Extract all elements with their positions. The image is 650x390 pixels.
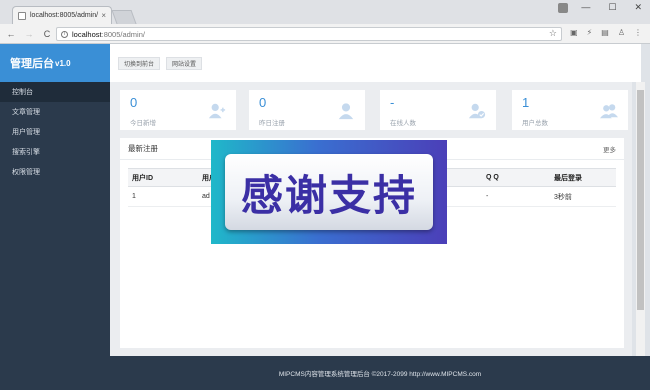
user-check-icon — [468, 103, 486, 119]
table-cell: 3秒前 — [550, 186, 616, 207]
brand-logo[interactable]: 管理后台 v1.0 — [0, 44, 110, 82]
extension-icon[interactable]: ▣ — [570, 28, 578, 37]
column-header[interactable]: Q Q — [482, 168, 550, 187]
sidebar-item-label: 用户管理 — [12, 129, 40, 136]
thanks-banner: 感谢支持 — [211, 140, 447, 244]
sidebar-item-users[interactable]: 用户管理 — [0, 122, 110, 142]
window-controls: — ☐ ✕ — [581, 2, 642, 13]
stat-card-total-users: 1 用户总数 — [512, 90, 628, 130]
stat-value: 0 — [259, 95, 267, 110]
url-host: localhost — [72, 29, 102, 39]
sidebar: 管理后台 v1.0 控制台 文章管理 用户管理 搜索引擎 权限管理 — [0, 44, 110, 390]
forward-button[interactable]: → — [22, 29, 36, 39]
new-tab-button[interactable] — [111, 10, 137, 24]
url-path: :8005/admin/ — [101, 29, 145, 39]
browser-tab-bar: localhost:8005/admin/ × — ☐ ✕ — [0, 0, 650, 24]
brand-version: v1.0 — [55, 58, 71, 68]
brand-title: 管理后台 — [10, 58, 54, 70]
footer-text: MIPCMS内容管理系统管理后台 ©2017-2099 http://www.M… — [278, 371, 482, 378]
add-user-icon — [208, 103, 226, 119]
extension-icon[interactable]: ♙ — [618, 28, 625, 37]
stat-card-online: - 在线人数 — [380, 90, 496, 130]
site-info-icon[interactable]: i — [61, 30, 68, 38]
switch-to-frontend-button[interactable]: 切换到前台 — [118, 56, 161, 70]
bookmark-star-icon[interactable]: ☆ — [549, 28, 557, 39]
footer: MIPCMS内容管理系统管理后台 ©2017-2099 http://www.M… — [110, 356, 650, 390]
browser-toolbar: ← → C i localhost:8005/admin/ ☆ ▣ ⚡ ▤ ♙ … — [0, 24, 650, 44]
tab-close-icon[interactable]: × — [101, 11, 106, 20]
sidebar-item-label: 控制台 — [12, 89, 33, 96]
stat-value: 0 — [130, 95, 138, 110]
extension-icons: ▣ ⚡ ▤ ♙ ⋮ — [570, 28, 642, 37]
thanks-banner-text: 感谢支持 — [240, 170, 417, 220]
table-cell: - — [482, 186, 550, 207]
stat-label: 在线人数 — [390, 120, 416, 127]
thanks-banner-card: 感谢支持 — [225, 154, 433, 230]
stat-card-today-new: 0 今日新增 — [120, 90, 236, 130]
sidebar-item-search-engine[interactable]: 搜索引擎 — [0, 142, 110, 162]
sidebar-item-label: 文章管理 — [12, 109, 40, 116]
more-link[interactable]: 更多 — [603, 144, 616, 154]
minimize-button[interactable]: — — [581, 2, 590, 13]
stat-card-yesterday: 0 昨日注册 — [249, 90, 365, 130]
sidebar-item-label: 权限管理 — [12, 169, 40, 176]
users-icon — [600, 104, 618, 119]
extension-icon[interactable]: ⚡ — [587, 28, 593, 37]
panel-title: 最新注册 — [128, 144, 158, 153]
reload-button[interactable]: C — [40, 29, 54, 39]
stat-value: - — [390, 95, 395, 110]
browser-menu-icon[interactable]: ⋮ — [634, 28, 642, 37]
maximize-button[interactable]: ☐ — [608, 2, 616, 13]
browser-tab[interactable]: localhost:8005/admin/ × — [12, 6, 112, 24]
stat-value: 1 — [522, 95, 530, 110]
profile-icon[interactable] — [558, 3, 568, 13]
sidebar-item-permissions[interactable]: 权限管理 — [0, 162, 110, 182]
table-cell: 1 — [128, 186, 198, 207]
site-settings-button[interactable]: 网站设置 — [166, 56, 203, 70]
sidebar-item-label: 搜索引擎 — [12, 149, 40, 156]
extension-icon[interactable]: ▤ — [601, 28, 609, 37]
tab-title: localhost:8005/admin/ — [30, 12, 99, 19]
page-favicon-icon — [18, 11, 26, 20]
sidebar-item-articles[interactable]: 文章管理 — [0, 102, 110, 122]
scrollbar-thumb[interactable] — [637, 90, 644, 310]
admin-topbar: 切换到前台 网站设置 — [110, 44, 641, 82]
column-header[interactable]: 用户ID — [128, 168, 198, 187]
column-header[interactable]: 最后登录 — [550, 168, 616, 187]
close-window-button[interactable]: ✕ — [634, 2, 642, 13]
address-bar[interactable]: i localhost:8005/admin/ ☆ — [56, 27, 562, 41]
stat-label: 昨日注册 — [259, 120, 285, 127]
user-icon — [338, 103, 354, 120]
page-scrollbar[interactable] — [636, 82, 645, 356]
back-button[interactable]: ← — [4, 29, 18, 39]
stat-label: 用户总数 — [522, 120, 548, 127]
sidebar-item-dashboard[interactable]: 控制台 — [0, 82, 110, 102]
stat-label: 今日新增 — [130, 120, 156, 127]
